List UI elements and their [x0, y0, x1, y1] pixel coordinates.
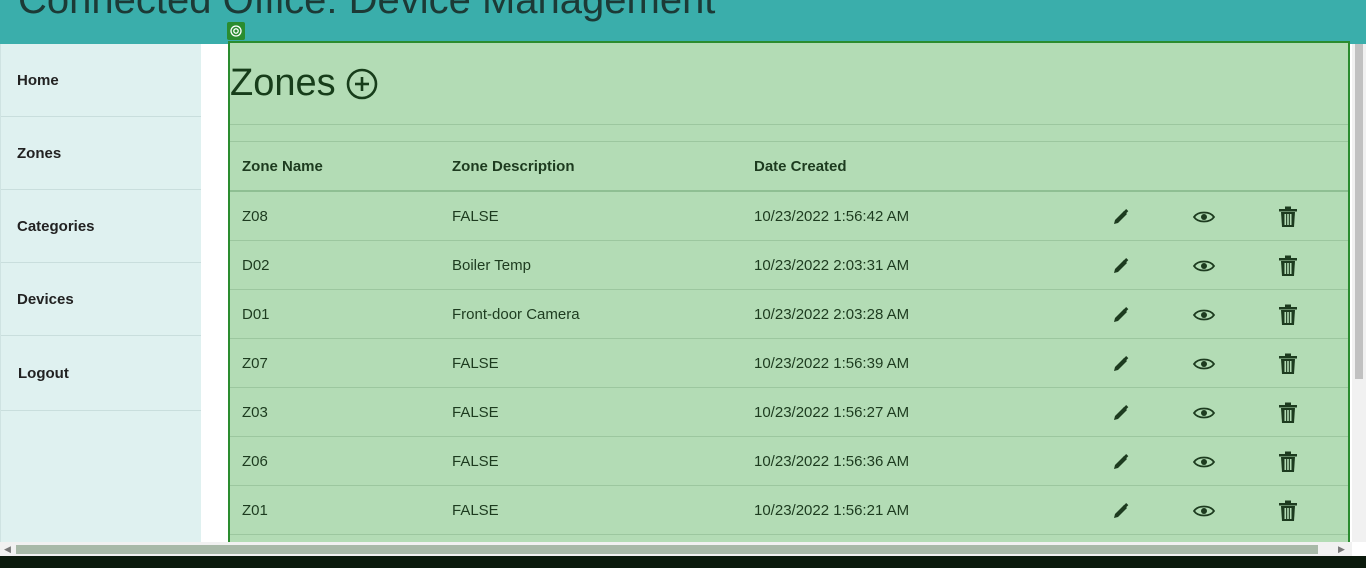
trash-icon[interactable]: [1277, 206, 1299, 228]
cell-zone-name: Z01: [242, 502, 268, 519]
cell-date-created: 10/23/2022 2:03:31 AM: [754, 257, 910, 274]
row-divider: [230, 534, 1348, 535]
row-divider: [230, 485, 1348, 486]
page-title-row: Zones: [230, 62, 378, 105]
selection-overlay: [228, 41, 1350, 568]
trash-icon[interactable]: [1277, 353, 1299, 375]
cell-zone-description: Boiler Temp: [452, 257, 531, 274]
trash-icon[interactable]: [1277, 451, 1299, 473]
row-divider: [230, 436, 1348, 437]
sidebar: Home Zones Categories Devices Logout: [0, 44, 201, 542]
sidebar-item-logout[interactable]: Logout: [1, 336, 201, 411]
scroll-left-icon[interactable]: ◀: [4, 542, 11, 556]
page-title: Zones: [230, 62, 336, 104]
eye-icon[interactable]: [1193, 402, 1215, 424]
cell-zone-name: Z07: [242, 355, 268, 372]
eye-icon[interactable]: [1193, 255, 1215, 277]
eye-icon[interactable]: [1193, 206, 1215, 228]
horizontal-scrollbar[interactable]: ◀ ▶: [0, 542, 1352, 556]
cell-zone-description: Front-door Camera: [452, 306, 580, 323]
eye-icon[interactable]: [1193, 304, 1215, 326]
trash-icon[interactable]: [1277, 500, 1299, 522]
sidebar-item-devices[interactable]: Devices: [1, 263, 201, 336]
cell-date-created: 10/23/2022 1:56:27 AM: [754, 404, 910, 421]
cell-date-created: 10/23/2022 1:56:39 AM: [754, 355, 910, 372]
row-divider: [230, 338, 1348, 339]
app-header: Connected Office: Device Management: [0, 0, 1366, 44]
cell-zone-name: Z08: [242, 208, 268, 225]
pencil-icon[interactable]: [1110, 402, 1132, 424]
cell-zone-name: Z03: [242, 404, 268, 421]
cell-zone-name: D02: [242, 257, 270, 274]
cell-zone-description: FALSE: [452, 502, 499, 519]
pencil-icon[interactable]: [1110, 353, 1132, 375]
pencil-icon[interactable]: [1110, 304, 1132, 326]
sidebar-item-categories[interactable]: Categories: [1, 190, 201, 263]
eye-icon[interactable]: [1193, 500, 1215, 522]
trash-icon[interactable]: [1277, 402, 1299, 424]
pencil-icon[interactable]: [1110, 500, 1132, 522]
app-title: Connected Office: Device Management: [18, 0, 716, 22]
column-header-zone-name[interactable]: Zone Name: [242, 158, 323, 175]
cell-zone-name: D01: [242, 306, 270, 323]
cell-date-created: 10/23/2022 2:03:28 AM: [754, 306, 910, 323]
divider: [230, 141, 1348, 142]
cell-zone-description: FALSE: [452, 355, 499, 372]
cell-date-created: 10/23/2022 1:56:21 AM: [754, 502, 910, 519]
cell-zone-description: FALSE: [452, 208, 499, 225]
divider: [230, 124, 1348, 125]
cell-date-created: 10/23/2022 1:56:36 AM: [754, 453, 910, 470]
cell-date-created: 10/23/2022 1:56:42 AM: [754, 208, 910, 225]
pencil-icon[interactable]: [1110, 451, 1132, 473]
vertical-scrollbar[interactable]: [1352, 44, 1366, 542]
column-header-zone-description[interactable]: Zone Description: [452, 158, 575, 175]
header-divider: [230, 190, 1348, 192]
cell-zone-description: FALSE: [452, 453, 499, 470]
horizontal-scrollbar-thumb[interactable]: [16, 545, 1318, 554]
cell-zone-description: FALSE: [452, 404, 499, 421]
column-header-date-created[interactable]: Date Created: [754, 158, 847, 175]
taskbar: [0, 556, 1366, 568]
scroll-right-icon[interactable]: ▶: [1338, 542, 1345, 556]
target-icon: [227, 22, 245, 40]
pencil-icon[interactable]: [1110, 255, 1132, 277]
row-divider: [230, 387, 1348, 388]
pencil-icon[interactable]: [1110, 206, 1132, 228]
row-divider: [230, 289, 1348, 290]
cell-zone-name: Z06: [242, 453, 268, 470]
trash-icon[interactable]: [1277, 304, 1299, 326]
sidebar-item-zones[interactable]: Zones: [1, 117, 201, 190]
plus-circle-icon[interactable]: [346, 68, 378, 100]
eye-icon[interactable]: [1193, 353, 1215, 375]
vertical-scrollbar-thumb[interactable]: [1355, 44, 1363, 379]
row-divider: [230, 240, 1348, 241]
trash-icon[interactable]: [1277, 255, 1299, 277]
sidebar-item-home[interactable]: Home: [1, 44, 201, 117]
eye-icon[interactable]: [1193, 451, 1215, 473]
